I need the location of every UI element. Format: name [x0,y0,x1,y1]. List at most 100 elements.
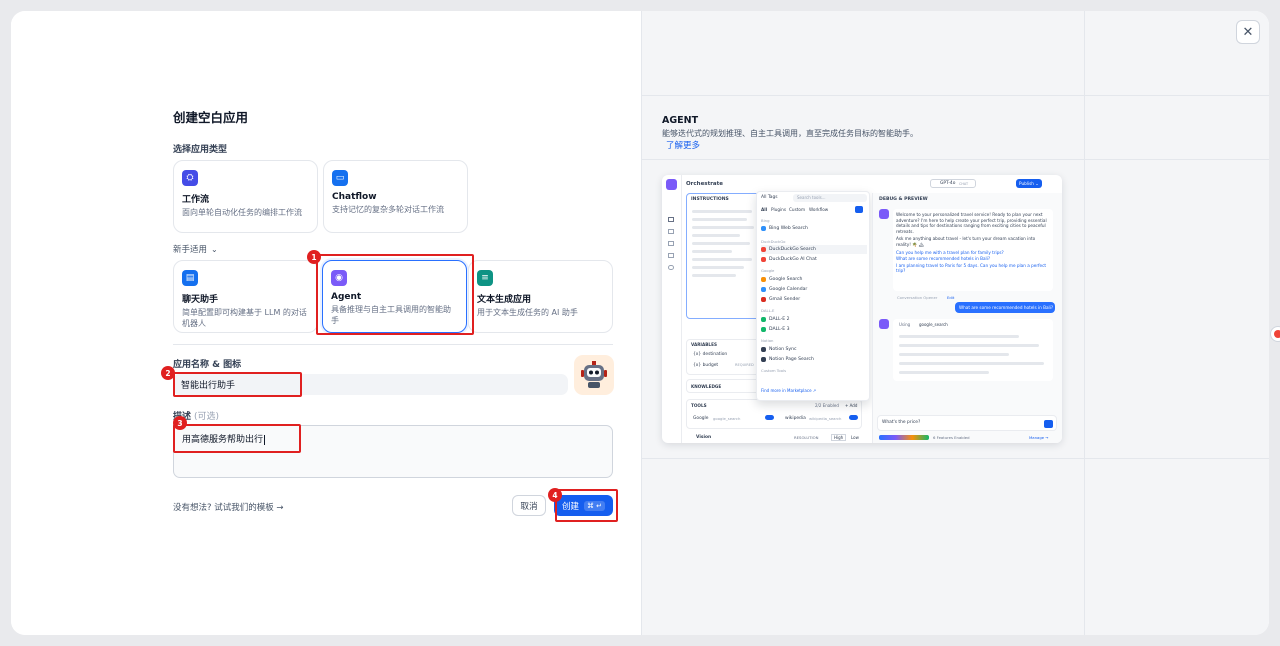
chevron-down-icon: ⌄ [211,244,218,254]
preview-variables-label: VARIABLES [691,342,717,347]
preview-search-box: Search tools... [793,194,867,202]
preview-section-custom: Custom Tools [761,368,787,373]
bing-icon [761,226,766,231]
preview-rail-icon [668,241,674,246]
preview-tool-label: DALL-E 2 [769,317,790,322]
preview-tools-dropdown: All Tags Search tools... All Plugins Cus… [756,191,870,401]
preview-bot-reply: Using google_search [893,319,1053,381]
dalle-icon [761,317,766,322]
preview-tool-label: DuckDuckGo AI Chat [769,257,817,262]
preview-tool-item: DuckDuckGo Search [761,245,867,254]
chatflow-icon: ▭ [332,170,348,186]
left-panel: 创建空白应用 选择应用类型 ⛭ 工作流 面向单轮自动化任务的编排工作流 ▭ Ch… [11,11,641,635]
preview-orchestrate: Orchestrate [686,181,723,187]
preview-low: Low [851,435,859,440]
assistant-icon [1274,330,1280,338]
app-icon-avatar[interactable] [574,355,614,395]
template-link[interactable]: 没有想法? 试试我们的模板 → [173,501,284,513]
close-icon: ✕ [1242,24,1254,40]
preview-using: Using [899,322,911,327]
beginner-label: 新手适用 [173,245,208,255]
preview-var1: {x} destination [693,352,728,357]
preview-tools-enabled: 2/2 Enabled [815,403,839,408]
preview-instructions-label: INSTRUCTIONS [691,197,729,202]
preview-tool2: wikipedia [785,416,806,421]
preview-filter-custom: Custom [789,207,806,212]
close-button[interactable]: ✕ [1236,20,1260,44]
preview-publish-label: Publish ⌄ [1019,180,1039,186]
annotation-box-agent [316,254,474,335]
preview-chat-badge: CHAT [959,182,969,186]
preview-heading: AGENT [662,115,699,126]
preview-line [692,266,744,269]
preview-filter-workflow: Workflow [809,207,829,212]
preview-tools-label: TOOLS [691,403,707,408]
preview-tool-label: DuckDuckGo Search [769,247,816,252]
dalle-icon [761,327,766,332]
preview-toggle [849,415,858,420]
notion-icon [761,347,766,352]
preview-model-selector: GPT-4o CHAT [930,179,976,188]
card-workflow-name: 工作流 [182,195,210,205]
learn-more-link[interactable]: 了解更多 [666,139,700,151]
preview-section-bing: Bing [761,218,770,223]
preview-opener: Conversation Opener [897,295,938,300]
preview-welcome-bubble: Welcome to your personalized travel serv… [893,209,1053,291]
beginner-toggle[interactable]: 新手适用 ⌄ [173,243,218,256]
preview-section-notion: Notion [761,338,774,343]
card-workflow[interactable]: ⛭ 工作流 面向单轮自动化任务的编排工作流 [173,160,318,233]
preview-filter-plugins: Plugins [771,207,786,212]
send-icon [1044,420,1053,428]
google-icon [761,277,766,282]
preview-tool-item: Bing Web Search [761,224,867,233]
floating-assistant-button[interactable] [1270,326,1280,342]
card-text-gen[interactable]: ≡ 文本生成应用 用于文本生成任务的 AI 助手 [468,260,613,333]
preview-suggest-1: Can you help me with a travel plan for f… [896,249,1004,255]
preview-required: REQUIRED [735,363,754,367]
card-workflow-desc: 面向单轮自动化任务的编排工作流 [182,208,302,217]
name-label: 应用名称 & 图标 [173,360,242,370]
preview-section-dalle: DALL-E [761,308,775,313]
preview-filter-all: All [761,207,768,212]
preview-line [692,250,732,253]
preview-line [899,335,1019,338]
preview-search-placeholder: Search tools... [797,195,826,200]
annotation-box-name [173,372,302,397]
card-text-gen-desc: 用于文本生成任务的 AI 助手 [477,308,578,317]
preview-section-ddg: DuckDuckGo [761,239,786,244]
preview-tool-item: DALL-E 3 [761,325,867,334]
card-chat-assistant[interactable]: ▤ 聊天助手 简单配置即可构建基于 LLM 的对话机器人 [173,260,318,333]
preview-high: High [831,434,847,441]
preview-line [899,344,1039,347]
preview-debug-label: DEBUG & PREVIEW [879,197,928,202]
preview-line [899,353,1009,356]
preview-ask-text: Ask me anything about travel - let's tur… [896,236,1036,247]
create-app-modal: 创建空白应用 选择应用类型 ⛭ 工作流 面向单轮自动化任务的编排工作流 ▭ Ch… [11,11,1269,635]
preview-line [692,226,754,229]
preview-tool-item: DALL-E 2 [761,315,867,324]
preview-tools: TOOLS 2/2 Enabled + Add Google google_se… [686,399,862,429]
workflow-icon: ⛭ [182,170,198,186]
card-chatflow[interactable]: ▭ Chatflow 支持记忆的复杂多轮对话工作流 [323,160,468,233]
grid-line [1084,11,1085,635]
preview-toggle [765,415,774,420]
preview-app-icon [666,179,677,190]
preview-var2: {x} budget [693,363,719,368]
preview-debug-panel: DEBUG & PREVIEW Welcome to your personal… [872,193,1062,443]
annotation-box-create [555,489,618,522]
preview-tool-label: Google Calendar [769,287,808,292]
preview-sidebar [662,175,682,443]
preview-rail-icon [668,265,674,270]
preview-tool-label: Notion Sync [769,347,797,352]
cancel-button[interactable]: 取消 [512,495,546,516]
preview-knowledge-label: KNOWLEDGE [691,384,722,389]
preview-using-tool: google_search [919,322,948,327]
preview-panel: AGENT 能够迭代式的规划推理、自主工具调用，直至完成任务目标的智能助手。 了… [641,11,1269,635]
preview-line [692,258,752,261]
preview-instructions: INSTRUCTIONS [686,193,760,319]
card-chat-desc: 简单配置即可构建基于 LLM 的对话机器人 [182,308,307,328]
preview-tool-label: Bing Web Search [769,226,808,231]
agent-preview-image: Orchestrate INSTRUCTIONS VARIABLES {x} d… [662,175,1062,443]
robot-icon [581,361,607,388]
preview-line [692,218,747,221]
